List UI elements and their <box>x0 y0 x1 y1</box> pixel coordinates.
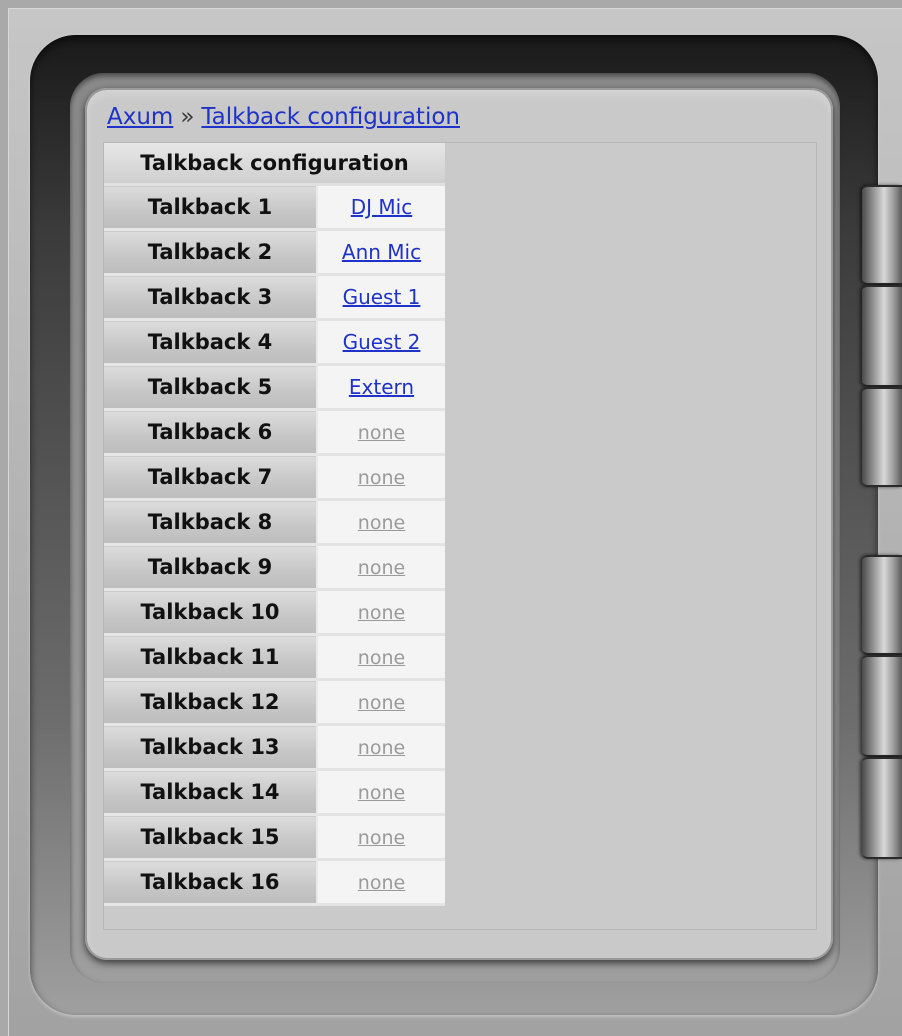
table-row: Talkback 15 none <box>104 814 445 861</box>
talkback-source-link[interactable]: none <box>358 557 405 579</box>
talkback-value-cell: none <box>316 409 445 456</box>
talkback-label: Talkback 10 <box>104 589 317 636</box>
talkback-value-cell: none <box>316 634 445 681</box>
talkback-label: Talkback 9 <box>104 544 317 591</box>
talkback-value-cell: Guest 2 <box>316 319 445 366</box>
talkback-source-link[interactable]: none <box>358 467 405 489</box>
talkback-label: Talkback 15 <box>104 814 317 861</box>
talkback-source-link[interactable]: none <box>358 512 405 534</box>
talkback-source-link[interactable]: none <box>358 782 405 804</box>
talkback-source-link[interactable]: Extern <box>349 375 414 399</box>
table-row: Talkback 12 none <box>104 679 445 726</box>
talkback-source-link[interactable]: DJ Mic <box>351 195 412 219</box>
talkback-value-cell: none <box>316 679 445 726</box>
table-header: Talkback configuration <box>104 143 445 186</box>
talkback-label: Talkback 12 <box>104 679 317 726</box>
talkback-table: Talkback configuration Talkback 1 DJ Mic T… <box>104 143 445 906</box>
table-row: Talkback 11 none <box>104 634 445 681</box>
side-button-4[interactable] <box>862 555 902 655</box>
talkback-label: Talkback 14 <box>104 769 317 816</box>
talkback-value-cell: none <box>316 499 445 546</box>
breadcrumb-separator: » <box>180 104 195 130</box>
talkback-value-cell: none <box>316 724 445 771</box>
table-row: Talkback 14 none <box>104 769 445 816</box>
breadcrumb: Axum » Talkback configuration <box>107 104 460 130</box>
table-row: Talkback 7 none <box>104 454 445 501</box>
talkback-source-link[interactable]: none <box>358 602 405 624</box>
breadcrumb-home-link[interactable]: Axum <box>107 104 173 130</box>
talkback-value-cell: Extern <box>316 364 445 411</box>
side-button-1[interactable] <box>862 185 902 285</box>
talkback-label: Talkback 7 <box>104 454 317 501</box>
talkback-source-link[interactable]: none <box>358 872 405 894</box>
talkback-source-link[interactable]: Guest 1 <box>343 285 421 309</box>
table-row: Talkback 9 none <box>104 544 445 591</box>
display-screen: Axum» Talkback configuration Talkback con… <box>85 88 833 960</box>
side-button-5[interactable] <box>862 655 902 757</box>
table-row: Talkback 13 none <box>104 724 445 771</box>
table-row: Talkback 10 none <box>104 589 445 636</box>
content-area: Talkback configuration Talkback 1 DJ Mic T… <box>103 142 817 930</box>
talkback-value-cell: Ann Mic <box>316 229 445 276</box>
table-row: Talkback 6 none <box>104 409 445 456</box>
talkback-label: Talkback 11 <box>104 634 317 681</box>
talkback-label: Talkback 6 <box>104 409 317 456</box>
side-button-6[interactable] <box>862 757 902 859</box>
side-button-3[interactable] <box>862 387 902 487</box>
table-row: Talkback 3 Guest 1 <box>104 274 445 321</box>
talkback-value-cell: none <box>316 769 445 816</box>
table-row: Talkback 2 Ann Mic <box>104 229 445 276</box>
talkback-value-cell: Guest 1 <box>316 274 445 321</box>
talkback-label: Talkback 8 <box>104 499 317 546</box>
talkback-table-body: Talkback 1 DJ Mic Talkback 2 Ann Mic Talkbac… <box>104 184 445 906</box>
table-row: Talkback 8 none <box>104 499 445 546</box>
talkback-value-cell: none <box>316 814 445 861</box>
table-row: Talkback 5 Extern <box>104 364 445 411</box>
talkback-label: Talkback 4 <box>104 319 317 366</box>
talkback-source-link[interactable]: none <box>358 647 405 669</box>
talkback-label: Talkback 1 <box>104 184 317 231</box>
talkback-source-link[interactable]: none <box>358 692 405 714</box>
table-row: Talkback 1 DJ Mic <box>104 184 445 231</box>
talkback-value-cell: none <box>316 544 445 591</box>
side-button-2[interactable] <box>862 285 902 387</box>
talkback-label: Talkback 5 <box>104 364 317 411</box>
talkback-source-link[interactable]: Ann Mic <box>342 240 421 264</box>
talkback-value-cell: none <box>316 589 445 636</box>
table-row: Talkback 4 Guest 2 <box>104 319 445 366</box>
talkback-label: Talkback 16 <box>104 859 317 906</box>
table-row: Talkback 16 none <box>104 859 445 906</box>
talkback-source-link[interactable]: none <box>358 737 405 759</box>
talkback-value-cell: none <box>316 454 445 501</box>
talkback-label: Talkback 2 <box>104 229 317 276</box>
breadcrumb-current-link[interactable]: Talkback configuration <box>201 104 460 130</box>
talkback-label: Talkback 3 <box>104 274 317 321</box>
talkback-source-link[interactable]: Guest 2 <box>343 330 421 354</box>
talkback-label: Talkback 13 <box>104 724 317 771</box>
talkback-value-cell: none <box>316 859 445 906</box>
talkback-source-link[interactable]: none <box>358 422 405 444</box>
talkback-source-link[interactable]: none <box>358 827 405 849</box>
talkback-value-cell: DJ Mic <box>316 184 445 231</box>
